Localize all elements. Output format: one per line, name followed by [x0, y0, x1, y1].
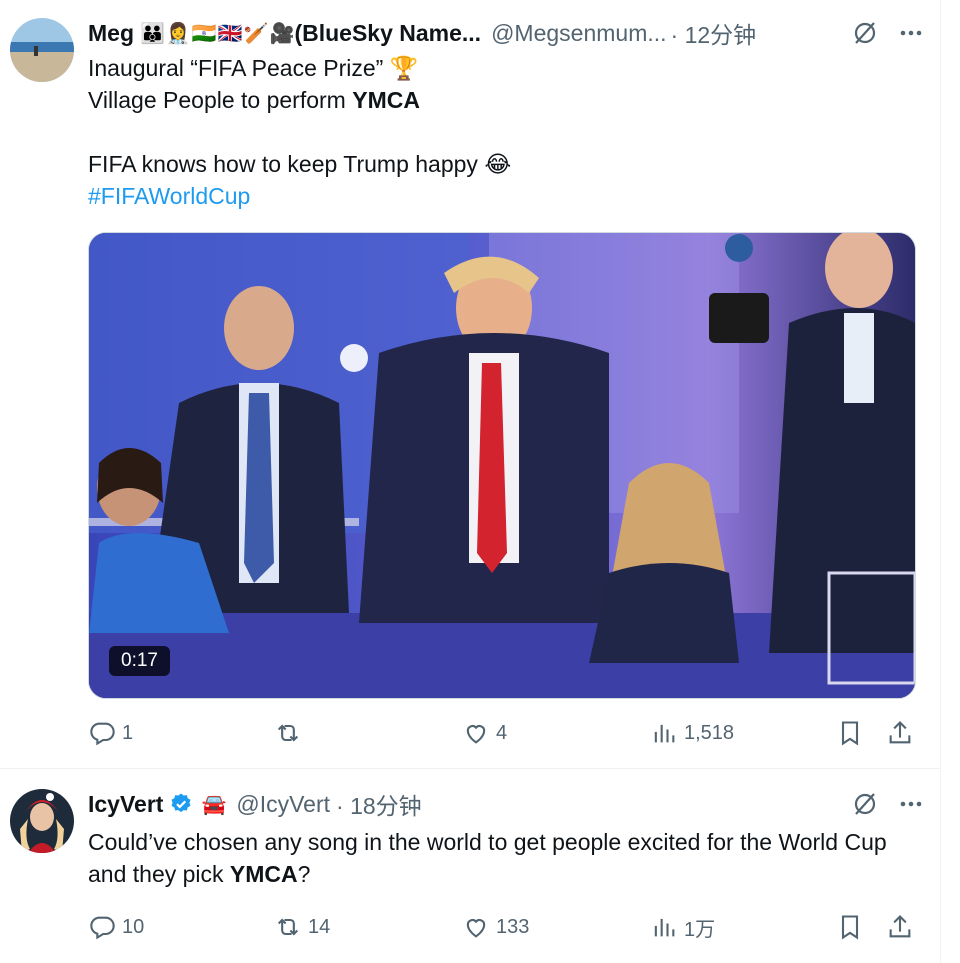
tweet-text: Could’ve chosen any song in the world to… [88, 826, 910, 890]
reply-button[interactable]: 10 [88, 913, 144, 941]
like-count: 133 [496, 915, 530, 938]
name-emoji: 🏏 [243, 22, 269, 45]
name-emoji: 👪 [140, 22, 165, 45]
views-icon [654, 724, 675, 743]
avatar[interactable] [10, 18, 74, 82]
bookmark-button[interactable] [836, 913, 864, 941]
reply-button[interactable]: 1 [88, 719, 133, 747]
grok-icon[interactable] [852, 20, 878, 46]
text-span: FIFA knows how to keep Trump happy [88, 151, 485, 177]
tweet-header: Meg 👪 👩‍⚕️ 🇮🇳 🇬🇧 🏏 🎥 (BlueSky Name... @M… [88, 16, 924, 50]
text-span: Village People to perform [88, 87, 353, 113]
tweet-actions: 1 4 1,518 [88, 716, 924, 750]
tweet[interactable]: IcyVert 🚘 @IcyVert · 18分钟 Could’ve chose… [0, 769, 940, 963]
reply-icon [90, 722, 115, 746]
author-name-suffix[interactable]: (BlueSky Name... [294, 20, 481, 47]
name-emoji: 🎥 [269, 22, 295, 45]
text-line: Village People to perform YMCA [88, 84, 910, 116]
share-icon [889, 915, 911, 938]
text-span: ? [297, 861, 311, 887]
like-button[interactable]: 4 [462, 719, 507, 747]
text-span: Could’ve chosen any song in the world to… [88, 829, 887, 887]
tweet[interactable]: Meg 👪 👩‍⚕️ 🇮🇳 🇬🇧 🏏 🎥 (BlueSky Name... @M… [0, 0, 940, 769]
bold-text: YMCA [352, 87, 420, 113]
view-count: 1万 [684, 918, 716, 941]
timeline: Meg 👪 👩‍⚕️ 🇮🇳 🇬🇧 🏏 🎥 (BlueSky Name... @M… [0, 0, 941, 963]
views-icon [654, 918, 675, 937]
reply-count: 1 [122, 721, 134, 744]
like-icon [466, 725, 486, 744]
more-icon[interactable] [898, 20, 924, 46]
more-icon[interactable] [898, 791, 924, 817]
text-line: #FIFAWorldCup [88, 180, 910, 212]
author-name[interactable]: IcyVert [88, 791, 163, 818]
name-emoji: 👩‍⚕️ [165, 22, 191, 45]
tweet-actions: 10 14 133 1万 [88, 910, 924, 944]
text-span: Inaugural “FIFA Peace Prize” [88, 55, 390, 81]
grok-icon[interactable] [852, 791, 878, 817]
repost-icon [277, 724, 299, 742]
author-handle[interactable]: @IcyVert [236, 791, 330, 818]
video-duration: 0:17 [109, 646, 170, 676]
trophy-emoji: 🏆 [389, 55, 419, 81]
reply-icon [90, 916, 115, 940]
tweet-header-actions [852, 789, 924, 819]
view-count: 1,518 [684, 721, 735, 744]
repost-icon [277, 918, 299, 936]
avatar[interactable] [10, 789, 74, 853]
repost-button[interactable]: 14 [274, 913, 330, 941]
tweet-header: IcyVert 🚘 @IcyVert · 18分钟 [88, 787, 924, 821]
views-button[interactable]: 1,518 [650, 719, 734, 747]
share-button[interactable] [886, 913, 914, 941]
author-name[interactable]: Meg [88, 20, 134, 47]
text-line: Inaugural “FIFA Peace Prize” 🏆 [88, 52, 910, 84]
reply-count: 10 [122, 915, 145, 938]
hashtag-link[interactable]: #FIFAWorldCup [88, 183, 250, 209]
timestamp[interactable]: · 12分钟 [671, 16, 757, 50]
video-frame [89, 233, 915, 698]
tweet-text: Inaugural “FIFA Peace Prize” 🏆 Village P… [88, 52, 910, 212]
repost-count: 14 [308, 915, 331, 938]
name-emoji: 🇮🇳 [191, 22, 217, 45]
bookmark-button[interactable] [836, 719, 864, 747]
views-button[interactable]: 1万 [650, 913, 715, 942]
tweet-header-actions [852, 18, 924, 48]
like-icon [466, 919, 486, 938]
badge-emoji: 🚘 [201, 793, 227, 816]
verified-icon [169, 792, 193, 816]
like-count: 4 [496, 721, 508, 744]
author-handle[interactable]: @Megsenmum... [491, 20, 666, 47]
repost-button[interactable] [274, 719, 308, 747]
like-button[interactable]: 133 [462, 913, 529, 941]
share-icon [889, 721, 911, 744]
bookmark-icon [841, 721, 859, 746]
timestamp[interactable]: · 18分钟 [336, 787, 422, 821]
video-player[interactable]: 0:17 [88, 232, 916, 699]
bookmark-icon [841, 915, 859, 940]
name-emoji: 🇬🇧 [217, 22, 243, 45]
name-emojis: 👪 👩‍⚕️ 🇮🇳 🇬🇧 🏏 🎥 [140, 21, 294, 46]
laughing-emoji: 😂 [484, 151, 512, 177]
share-button[interactable] [886, 719, 914, 747]
text-line: FIFA knows how to keep Trump happy 😂 [88, 148, 910, 180]
bold-text: YMCA [229, 861, 298, 887]
